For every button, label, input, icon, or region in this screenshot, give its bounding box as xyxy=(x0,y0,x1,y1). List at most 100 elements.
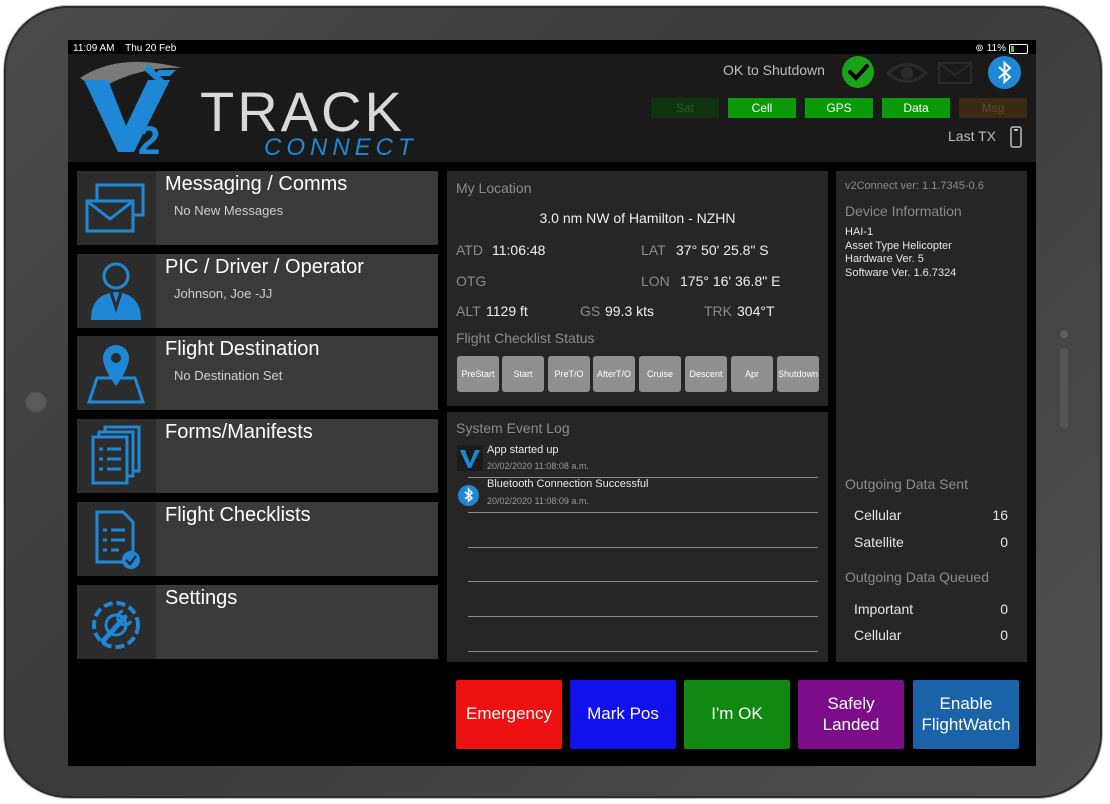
lon-label: LON xyxy=(641,273,670,289)
checklist-cruise-button[interactable]: Cruise xyxy=(639,356,681,392)
menu-title: Forms/Manifests xyxy=(165,421,313,443)
forms-icon xyxy=(91,425,141,485)
menu-flight-checklists[interactable]: Flight Checklists xyxy=(77,502,438,576)
emergency-button[interactable]: Emergency xyxy=(456,680,562,749)
status-time: 11:09 AM xyxy=(73,43,115,54)
checklist-shutdown-button[interactable]: Shutdown xyxy=(777,356,819,392)
queued-label: Cellular xyxy=(854,627,902,643)
status-date: Thu 20 Feb xyxy=(125,43,177,54)
device-info-line: HAI-1 xyxy=(845,226,874,238)
indicator-sat: Sat xyxy=(651,98,719,118)
event-title: App started up xyxy=(487,444,559,456)
menu-title: Flight Destination xyxy=(165,338,320,360)
indicator-cell: Cell xyxy=(728,98,796,118)
menu-settings[interactable]: Settings xyxy=(77,585,438,659)
sent-value: 0 xyxy=(1000,534,1008,550)
check-icon[interactable] xyxy=(842,56,874,88)
trk-value: 304°T xyxy=(737,303,775,319)
menu-subtitle: No New Messages xyxy=(174,203,284,218)
checklist-status-title: Flight Checklist Status xyxy=(456,330,595,346)
logo-connect-text: CONNECT xyxy=(264,134,418,161)
queued-title: Outgoing Data Queued xyxy=(845,569,989,585)
menu-pic-driver[interactable]: PIC / Driver / Operator Johnson, Joe -JJ xyxy=(77,254,438,328)
app-screen: 11:09 AM Thu 20 Feb ⊚ 11% 2 TRACK CONNEC… xyxy=(68,40,1036,766)
checklist-start-button[interactable]: Start xyxy=(502,356,544,392)
side-button xyxy=(1060,348,1068,428)
mail-icon[interactable] xyxy=(938,62,972,84)
v2-logo-icon: 2 xyxy=(80,61,182,158)
device-info-line: Software Ver. 1.6.7324 xyxy=(845,267,957,279)
queued-value: 0 xyxy=(1000,601,1008,617)
logo-2: 2 xyxy=(138,119,160,158)
location-title: My Location xyxy=(456,180,532,196)
checklist-descent-button[interactable]: Descent xyxy=(685,356,727,392)
side-sensor xyxy=(1060,330,1068,338)
trk-label: TRK xyxy=(704,303,732,319)
menu-title: Messaging / Comms xyxy=(165,173,348,195)
menu-flight-destination[interactable]: Flight Destination No Destination Set xyxy=(77,336,438,410)
lon-value: 175° 16' 36.8" E xyxy=(680,273,781,289)
safely-landed-button[interactable]: Safely Landed xyxy=(798,680,904,749)
home-button xyxy=(25,391,47,413)
lat-value: 37° 50' 25.8" S xyxy=(676,242,769,258)
atd-label: ATD xyxy=(456,242,483,258)
indicator-msg: Msg xyxy=(959,98,1027,118)
link-icon: ⊚ xyxy=(975,43,984,54)
app-version: v2Connect ver: 1.1.7345-0.6 xyxy=(845,180,984,192)
battery-icon xyxy=(1009,43,1028,54)
menu-messaging[interactable]: Messaging / Comms No New Messages xyxy=(77,171,438,245)
event-time: 20/02/2020 11:08:08 a.m. xyxy=(487,461,589,471)
event-time: 20/02/2020 11:08:09 a.m. xyxy=(487,496,589,506)
checklist-afterto-button[interactable]: AfterT/O xyxy=(593,356,635,392)
menu-title: Settings xyxy=(165,587,238,609)
lat-label: LAT xyxy=(641,242,666,258)
event-title: Bluetooth Connection Successful xyxy=(487,478,649,490)
log-divider xyxy=(468,547,818,548)
shutdown-label: OK to Shutdown xyxy=(723,62,825,78)
gs-label: GS xyxy=(580,303,601,319)
eye-icon[interactable] xyxy=(886,58,928,88)
otg-label: OTG xyxy=(456,273,487,289)
enable-flightwatch-button[interactable]: Enable FlightWatch xyxy=(913,680,1019,749)
menu-subtitle: No Destination Set xyxy=(174,368,283,383)
sent-value: 16 xyxy=(992,507,1008,523)
map-pin-icon xyxy=(86,345,146,404)
im-ok-button[interactable]: I'm OK xyxy=(684,680,790,749)
app-header: 2 TRACK CONNECT OK to Shutdown Sat Cell … xyxy=(68,54,1036,162)
bluetooth-icon[interactable] xyxy=(988,56,1021,89)
menu-forms-manifests[interactable]: Forms/Manifests xyxy=(77,419,438,493)
log-divider xyxy=(468,512,818,513)
bluetooth-icon xyxy=(458,485,479,506)
status-bar: 11:09 AM Thu 20 Feb xyxy=(73,43,184,54)
checklist-preto-button[interactable]: PreT/O xyxy=(548,356,590,392)
app-logo-icon xyxy=(457,445,483,471)
phone-icon xyxy=(1010,126,1022,148)
checklist-apr-button[interactable]: Apr xyxy=(731,356,773,392)
queued-value: 0 xyxy=(1000,627,1008,643)
envelope-icon xyxy=(85,183,145,233)
alt-label: ALT xyxy=(456,303,481,319)
alt-value: 1129 ft xyxy=(486,303,528,319)
menu-title: Flight Checklists xyxy=(165,504,311,526)
mark-pos-button[interactable]: Mark Pos xyxy=(570,680,676,749)
log-divider xyxy=(468,651,818,652)
menu-title: PIC / Driver / Operator xyxy=(165,256,364,278)
event-log-title: System Event Log xyxy=(456,420,570,436)
checklist-prestart-button[interactable]: PreStart xyxy=(457,356,499,392)
indicator-gps: GPS xyxy=(805,98,873,118)
sent-label: Cellular xyxy=(854,507,902,523)
device-info-line: Asset Type Helicopter xyxy=(845,240,952,252)
atd-value: 11:06:48 xyxy=(492,242,546,258)
device-info-panel: v2Connect ver: 1.1.7345-0.6 Device Infor… xyxy=(836,171,1027,662)
indicator-data: Data xyxy=(882,98,950,118)
queued-label: Important xyxy=(854,601,914,617)
status-right: ⊚ 11% xyxy=(975,43,1028,54)
device-info-title: Device Information xyxy=(845,203,962,219)
battery-percent: 11% xyxy=(986,43,1006,54)
sent-title: Outgoing Data Sent xyxy=(845,476,968,492)
log-divider xyxy=(468,616,818,617)
location-place: 3.0 nm NW of Hamilton - NZHN xyxy=(539,210,736,226)
logo-track-text: TRACK xyxy=(200,80,405,143)
last-tx-label: Last TX xyxy=(948,128,996,144)
person-icon xyxy=(91,262,141,320)
